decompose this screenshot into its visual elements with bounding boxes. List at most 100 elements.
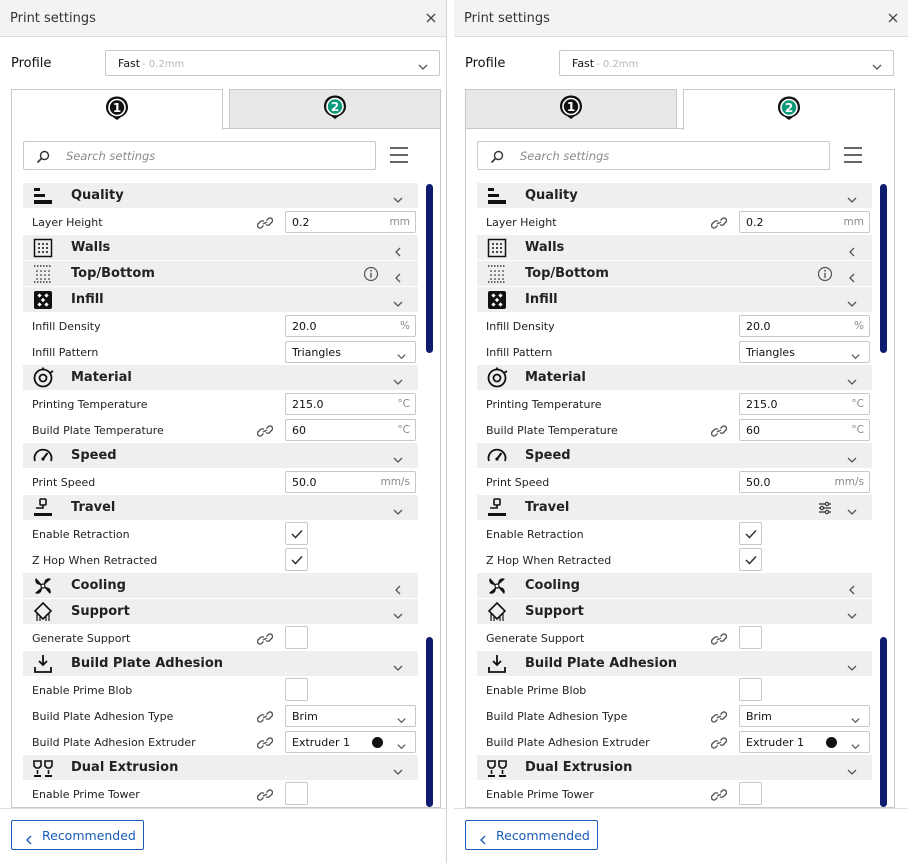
chevron-left-icon [392,269,404,283]
category-title: Quality [71,188,124,203]
category-header[interactable]: Speed [477,443,872,469]
category-header[interactable]: Infill [477,287,872,313]
category-header[interactable]: Top/Bottom [477,261,872,287]
extruder-color-dot [826,737,837,748]
recommended-button[interactable]: Recommended [465,820,598,850]
category-header[interactable]: Dual Extrusion [23,755,418,781]
category-header[interactable]: Travel [477,495,872,521]
category-header[interactable]: Infill [23,287,418,313]
setting-value-input[interactable]: 0.2 mm [739,211,870,233]
extruder-tab-1[interactable]: 1 [465,89,677,129]
settings-menu-icon[interactable] [843,146,863,164]
setting-checkbox[interactable] [285,626,308,649]
setting-checkbox[interactable] [739,522,762,545]
category-header[interactable]: Build Plate Adhesion [477,651,872,677]
info-icon[interactable] [817,266,833,282]
setting-checkbox[interactable] [739,548,762,571]
setting-checkbox[interactable] [285,548,308,571]
category-header[interactable]: Walls [23,235,418,261]
extruder-tab-2[interactable]: 2 [683,89,895,130]
settings-menu-icon[interactable] [389,146,409,164]
setting-checkbox[interactable] [739,626,762,649]
category-header[interactable]: Support [23,599,418,625]
adjust-settings-icon[interactable] [817,500,833,516]
info-icon[interactable] [363,266,379,282]
setting-checkbox[interactable] [285,678,308,701]
profile-select[interactable]: Fast - 0.2mm [559,50,894,76]
extruder-1-icon: 1 [558,94,584,124]
category-header[interactable]: Material [23,365,418,391]
category-header[interactable]: Cooling [23,573,418,599]
setting-row: Infill Density 20.0% [477,313,872,339]
category-header[interactable]: Travel [23,495,418,521]
setting-value-input[interactable]: 50.0 mm/s [739,471,870,493]
setting-value-input[interactable]: 20.0% [739,315,870,337]
category-header[interactable]: Quality [477,183,872,209]
setting-value-input[interactable]: 60 °C [285,419,416,441]
setting-checkbox[interactable] [285,782,308,805]
search-placeholder: Search settings [520,149,610,163]
setting-select[interactable]: Brim [285,705,416,727]
cooling-icon [32,575,54,597]
profile-select[interactable]: Fast - 0.2mm [105,50,440,76]
setting-value-input[interactable]: 20.0% [285,315,416,337]
category-title: Material [71,370,132,385]
scrollbar-thumb[interactable] [880,184,887,353]
extruder-tab-2[interactable]: 2 [229,89,441,129]
close-icon[interactable] [885,10,901,26]
category-header[interactable]: Walls [477,235,872,261]
setting-value-input[interactable]: 215.0 °C [285,393,416,415]
profile-value: Fast [572,57,595,70]
category-header[interactable]: Quality [23,183,418,209]
setting-label: Build Plate Adhesion Extruder [486,736,650,749]
setting-value-input[interactable]: 60 °C [739,419,870,441]
category-header[interactable]: Build Plate Adhesion [23,651,418,677]
category-header[interactable]: Cooling [477,573,872,599]
svg-text:1: 1 [567,100,575,114]
scrollbar-thumb[interactable] [426,637,433,807]
category-header[interactable]: Dual Extrusion [477,755,872,781]
scrollbar-thumb[interactable] [426,184,433,353]
setting-value-input[interactable]: 215.0 °C [739,393,870,415]
category-title: Top/Bottom [525,266,609,281]
setting-value: 0.2 [746,216,764,229]
category-header[interactable]: Support [477,599,872,625]
recommended-button[interactable]: Recommended [11,820,144,850]
link-icon [256,709,274,723]
title-bar: Print settings [0,0,446,37]
setting-select[interactable]: Brim [739,705,870,727]
setting-checkbox[interactable] [285,522,308,545]
category-header[interactable]: Top/Bottom [23,261,418,287]
setting-value-input[interactable]: 50.0 mm/s [285,471,416,493]
setting-label: Infill Pattern [32,346,99,359]
setting-unit: mm [389,216,410,228]
setting-select[interactable]: Triangles [739,341,870,363]
extruder-1-icon: 1 [104,95,130,125]
link-icon [710,215,728,229]
category-header[interactable]: Speed [23,443,418,469]
link-icon [710,423,728,437]
material-icon [486,367,508,389]
category-header[interactable]: Material [477,365,872,391]
category-title: Build Plate Adhesion [71,656,224,671]
quality-icon [486,185,508,207]
setting-select[interactable]: Extruder 1 [285,731,416,753]
setting-checkbox[interactable] [739,678,762,701]
category-title: Walls [525,240,565,255]
setting-select[interactable]: Triangles [285,341,416,363]
scrollbar-thumb[interactable] [880,637,887,807]
close-icon[interactable] [423,10,439,26]
search-icon [490,149,504,164]
setting-value-input[interactable]: 0.2 mm [285,211,416,233]
setting-select[interactable]: Extruder 1 [739,731,870,753]
link-icon [256,215,274,229]
chevron-down-icon [846,503,858,515]
chevron-down-icon [392,763,404,775]
extruder-tab-1[interactable]: 1 [11,89,223,130]
adhesion-icon [486,653,508,675]
search-settings-input[interactable]: Search settings [23,141,376,170]
setting-checkbox[interactable] [739,782,762,805]
panel-footer: Recommended [454,808,908,863]
search-settings-input[interactable]: Search settings [477,141,830,170]
chevron-left-icon [846,243,858,257]
